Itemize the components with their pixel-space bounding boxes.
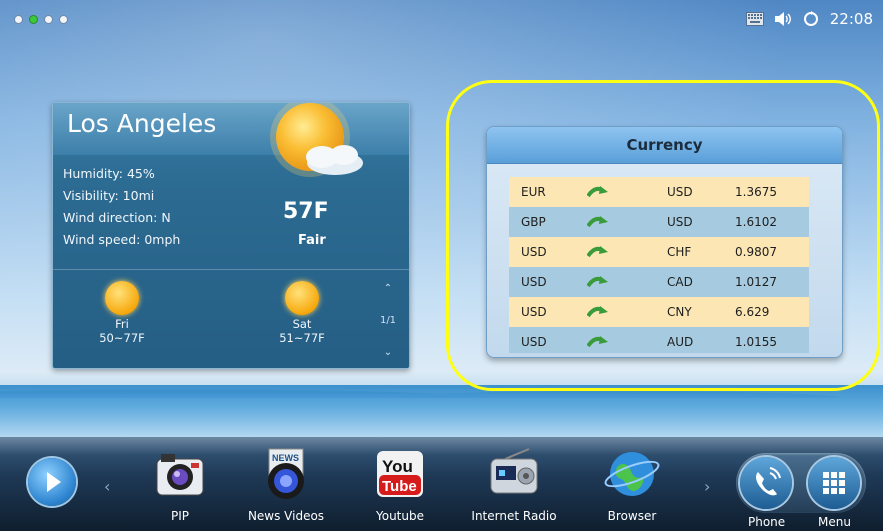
chevron-down-icon[interactable]: ⌄ (373, 337, 403, 368)
forecast-day: Fri (115, 317, 129, 331)
temperature: 57F (283, 199, 329, 224)
divider (53, 269, 409, 270)
clock: 22:08 (829, 10, 873, 28)
youtube-icon: You Tube (371, 445, 429, 503)
app-youtube[interactable]: You Tube Youtube (352, 445, 448, 523)
menu-button[interactable] (808, 457, 860, 509)
volume-icon[interactable] (774, 11, 792, 27)
news-video-icon: NEWS (257, 445, 315, 503)
sun-icon (285, 281, 319, 315)
sync-icon[interactable] (802, 11, 820, 27)
play-button[interactable] (28, 458, 76, 506)
camera-icon (151, 445, 209, 503)
app-label: Browser (607, 509, 657, 523)
highlight-outline (446, 80, 880, 391)
sun-cloud-icon (270, 103, 363, 177)
forecast-item: Sat 51~77F (257, 281, 347, 345)
visibility: Visibility: 10mi (63, 188, 155, 203)
chevron-left-icon[interactable]: ‹ (104, 477, 110, 496)
weather-city: Los Angeles (67, 109, 217, 138)
wind-direction: Wind direction: N (63, 210, 171, 225)
forecast-range: 50~77F (99, 331, 145, 345)
phone-button[interactable] (740, 457, 792, 509)
forecast-item: Fri 50~77F (77, 281, 167, 345)
app-internet-radio[interactable]: Internet Radio (466, 445, 562, 523)
wind-speed: Wind speed: 0mph (63, 232, 181, 247)
pager-label: 1/1 (379, 315, 397, 326)
globe-icon (603, 445, 661, 503)
chevron-right-icon[interactable]: › (704, 477, 710, 496)
weather-widget[interactable]: Los Angeles Humidity: 45% Visibility: 10… (52, 102, 410, 369)
phone-label: Phone (748, 515, 786, 529)
app-label: News Videos (247, 509, 325, 523)
forecast-day: Sat (292, 317, 312, 331)
grid-icon (823, 472, 845, 494)
radio-icon (485, 445, 543, 503)
menu-label: Menu (818, 515, 851, 529)
forecast-pager: ⌃ 1/1 ⌄ (373, 273, 403, 368)
page-dot-active[interactable] (29, 15, 38, 24)
app-label: Youtube (376, 509, 424, 523)
forecast-range: 51~77F (279, 331, 325, 345)
status-right: 22:08 (745, 10, 873, 28)
phone-icon (756, 467, 781, 496)
status-bar: 22:08 (0, 0, 883, 40)
sun-icon (105, 281, 139, 315)
keyboard-icon[interactable] (745, 11, 764, 27)
weather-details: Humidity: 45% Visibility: 10mi Wind dire… (63, 163, 180, 251)
app-dock: ‹ › PIP NEWS News Videos You Tube Youtube… (0, 437, 883, 531)
humidity: Humidity: 45% (63, 166, 155, 181)
app-label: Internet Radio (471, 509, 557, 523)
page-dot[interactable] (59, 15, 68, 24)
news-badge: NEWS (272, 453, 299, 463)
youtube-you: You (382, 457, 413, 476)
right-button-group (736, 453, 866, 513)
page-indicator (14, 15, 68, 24)
app-label: PIP (170, 509, 189, 523)
condition: Fair (298, 233, 326, 248)
water-background (0, 385, 883, 445)
app-browser[interactable]: Browser (584, 445, 680, 523)
page-dot[interactable] (44, 15, 53, 24)
app-news-videos[interactable]: NEWS News Videos (238, 445, 334, 523)
youtube-tube: Tube (382, 478, 417, 495)
chevron-up-icon[interactable]: ⌃ (373, 273, 403, 305)
page-dot[interactable] (14, 15, 23, 24)
app-pip[interactable]: PIP (132, 445, 228, 523)
